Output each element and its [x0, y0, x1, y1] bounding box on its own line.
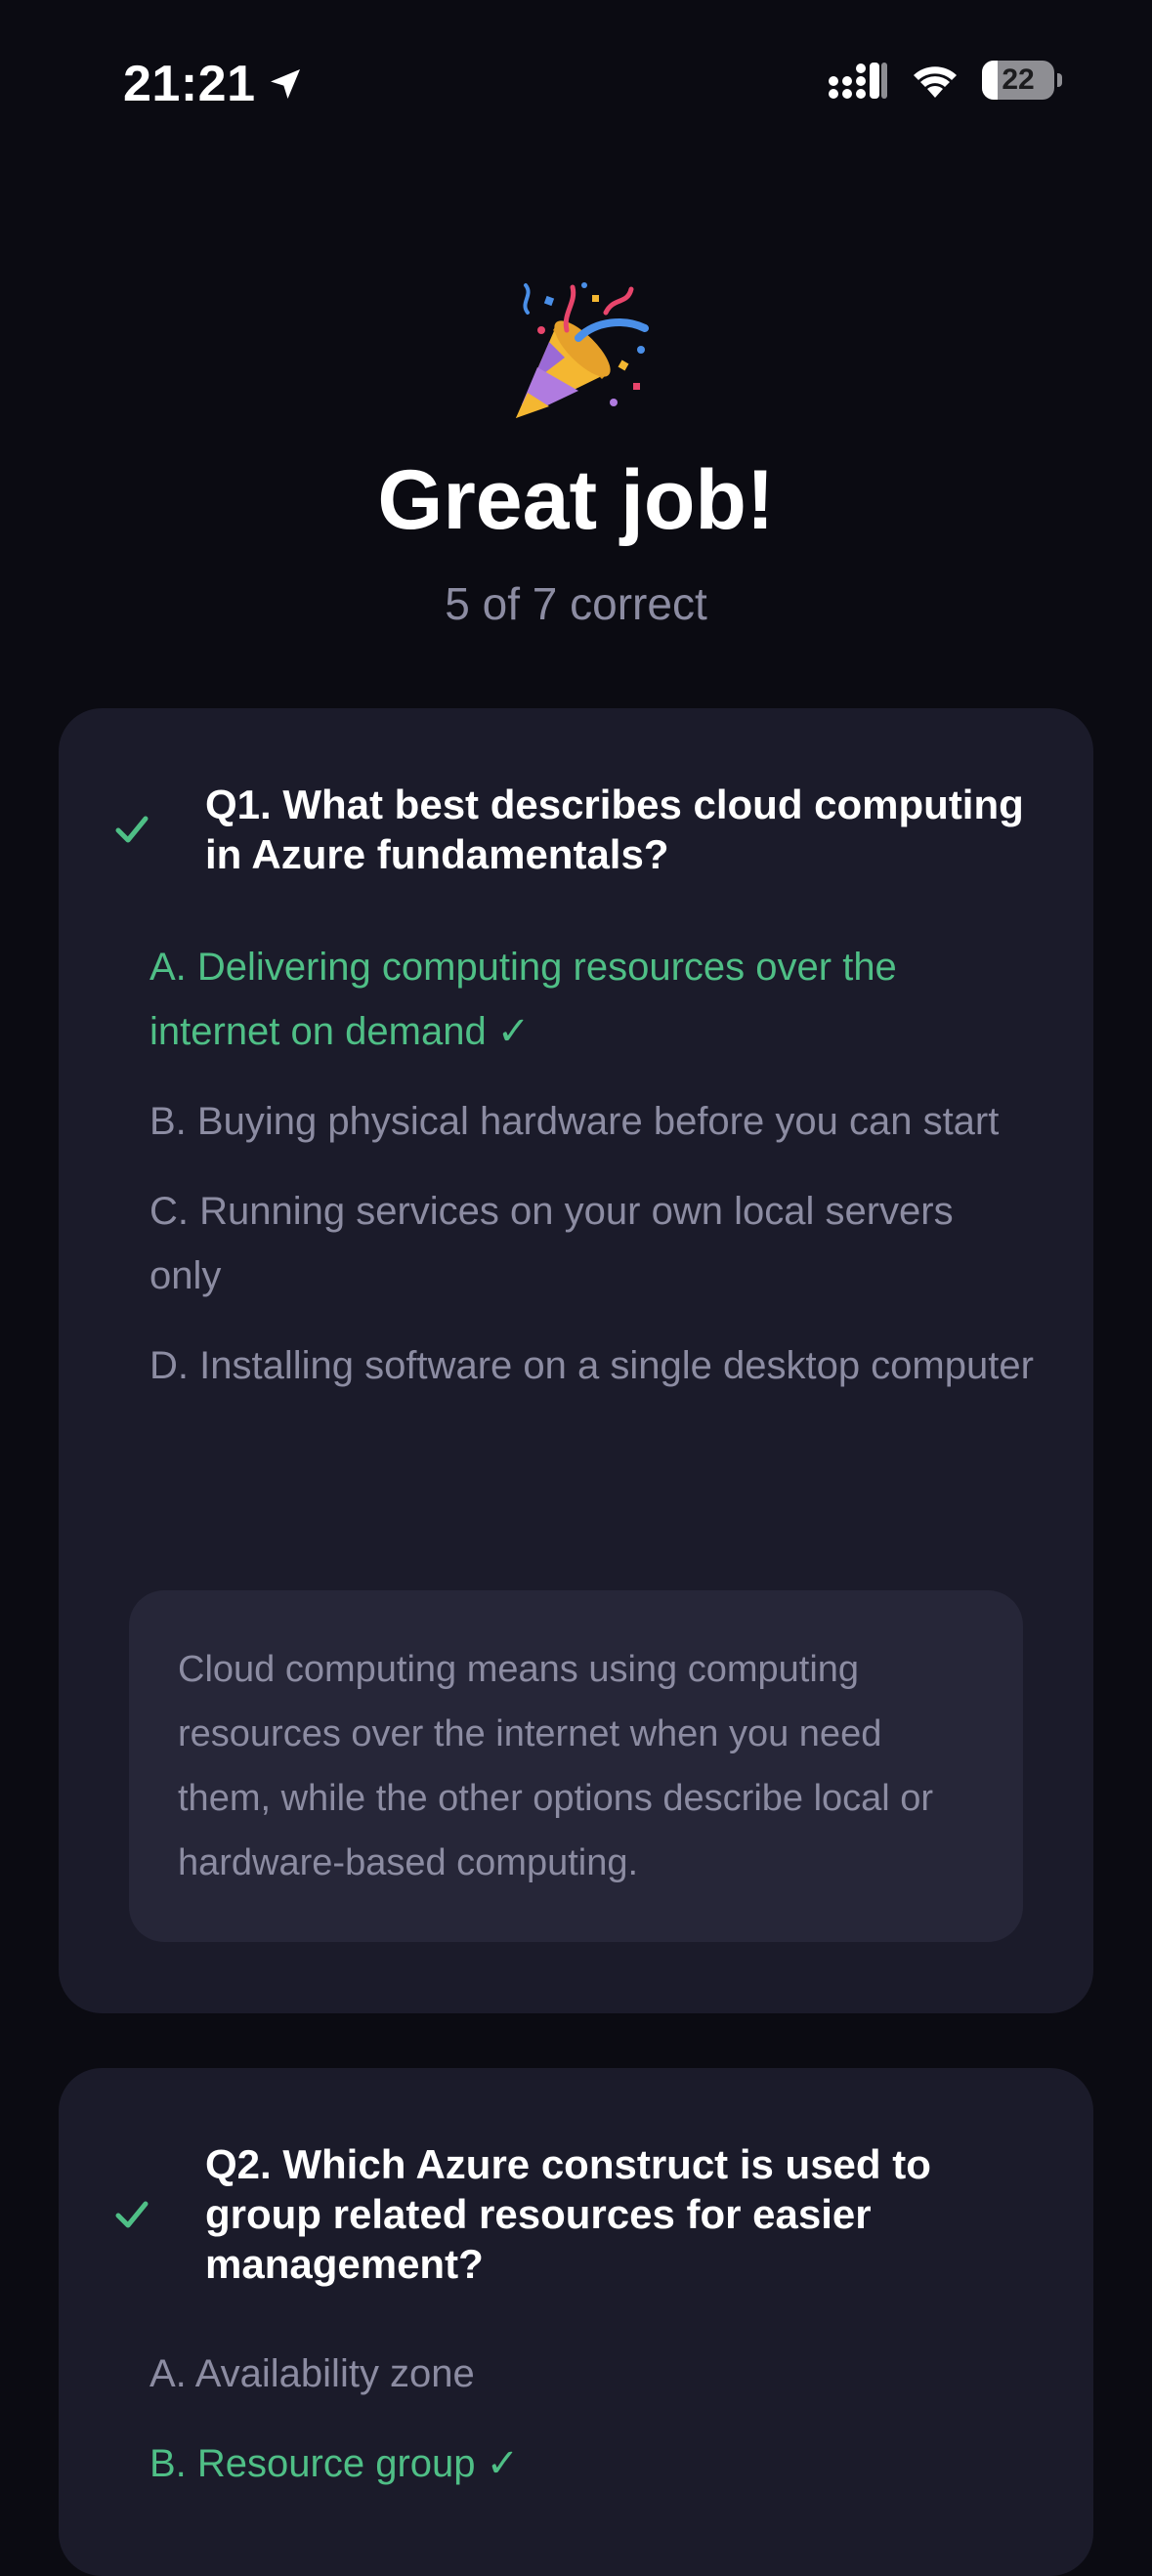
- answer-option: D. Installing software on a single deskt…: [149, 1344, 1034, 1387]
- answer-option: B. Buying physical hardware before you c…: [149, 1100, 1000, 1143]
- battery-indicator: 22: [982, 61, 1062, 100]
- status-bar: 21:21 22: [0, 0, 1152, 156]
- question-card: Q2. Which Azure construct is used to gro…: [59, 2068, 1093, 2576]
- answer-option-correct: A. Delivering computing resources over t…: [149, 946, 897, 1053]
- location-arrow-icon: [270, 69, 300, 99]
- answer-options: A. Delivering computing resources over t…: [149, 935, 1035, 1423]
- status-time: 21:21: [123, 55, 305, 113]
- status-indicators: 22: [828, 61, 1062, 100]
- answer-explanation: Cloud computing means using computing re…: [129, 1590, 1023, 1942]
- question-header: Q1. What best describes cloud computing …: [59, 780, 1035, 879]
- score-summary: 5 of 7 correct: [445, 578, 707, 629]
- status-time-text: 21:21: [123, 56, 256, 112]
- battery-level-fill: [982, 61, 999, 100]
- result-title: Great job!: [377, 453, 775, 547]
- result-header: Great job! 5 of 7 correct: [0, 274, 1152, 630]
- battery-cap: [1057, 73, 1062, 87]
- battery-percent: 22: [1002, 63, 1035, 96]
- wifi-icon: [914, 66, 957, 98]
- question-title: Q1. What best describes cloud computing …: [205, 781, 1024, 877]
- question-card: Q1. What best describes cloud computing …: [59, 708, 1093, 2013]
- question-title: Q2. Which Azure construct is used to gro…: [205, 2141, 931, 2287]
- question-header: Q2. Which Azure construct is used to gro…: [59, 2139, 1035, 2289]
- answer-option: A. Availability zone: [149, 2352, 475, 2395]
- answer-option: C. Running services on your own local se…: [149, 1190, 954, 1297]
- correct-check-icon: [59, 2195, 205, 2234]
- answer-option-correct: B. Resource group ✓: [149, 2442, 520, 2485]
- cellular-signal-icon: [829, 63, 887, 99]
- answer-options: A. Availability zone B. Resource group ✓: [149, 2342, 1035, 2521]
- correct-check-icon: [59, 810, 205, 849]
- party-popper-icon: [515, 282, 649, 418]
